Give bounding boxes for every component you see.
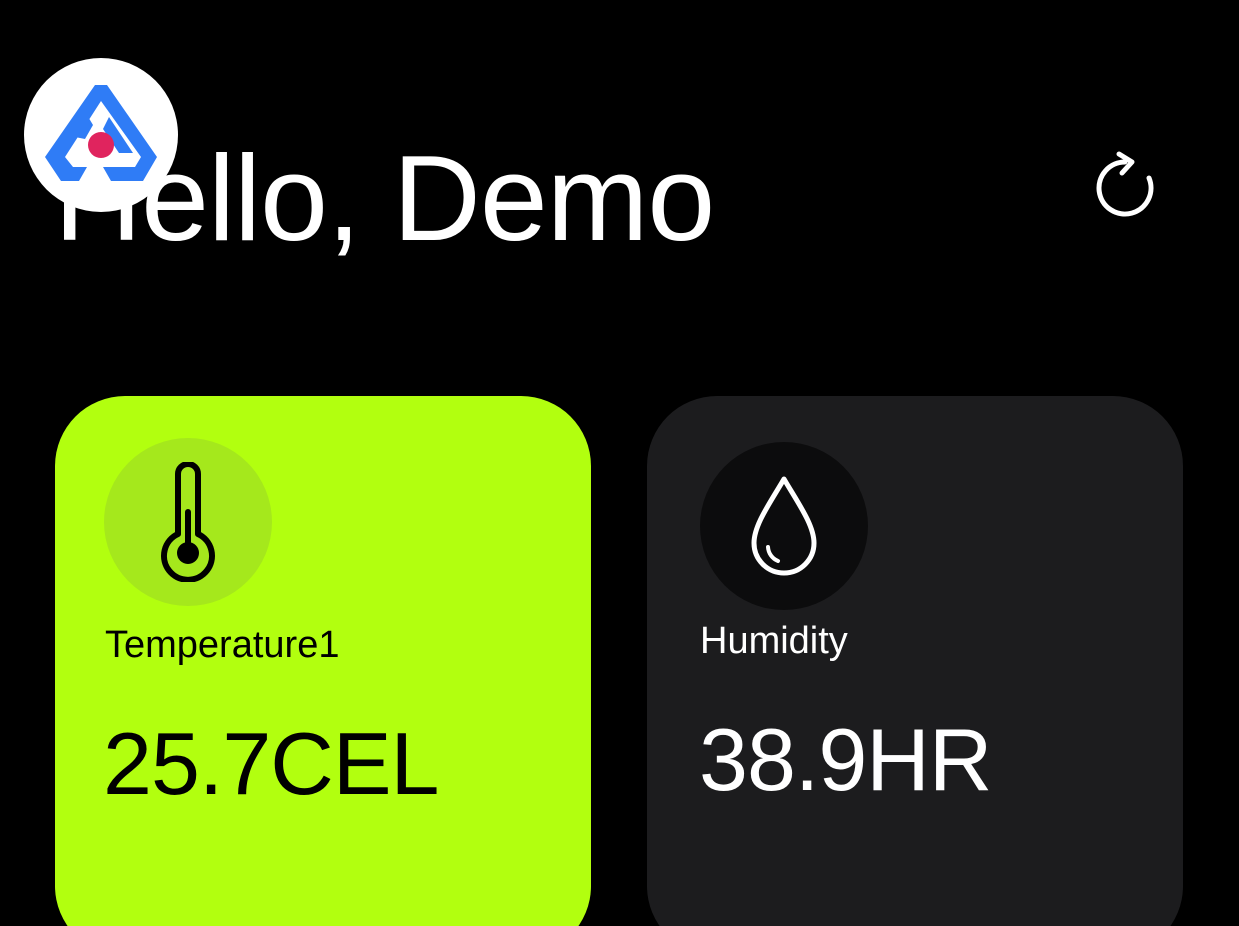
temperature-card[interactable]: Temperature1 25.7CEL (55, 396, 591, 926)
home-screen: Hello, Demo Temperature1 25.7CEL Humidit… (0, 0, 1239, 926)
humidity-card[interactable]: Humidity 38.9HR (647, 396, 1183, 926)
humidity-value: 38.9HR (699, 710, 992, 809)
app-logo[interactable] (24, 58, 178, 212)
humidity-icon-circle (700, 442, 868, 610)
temperature-icon-circle (104, 438, 272, 606)
temperature-value: 25.7CEL (103, 714, 439, 813)
thermometer-icon (161, 462, 215, 582)
refresh-icon (1096, 151, 1154, 217)
refresh-button[interactable] (1092, 148, 1170, 226)
water-drop-icon (751, 476, 817, 576)
temperature-label: Temperature1 (105, 624, 340, 666)
app-logo-icon (45, 85, 157, 181)
humidity-label: Humidity (700, 620, 848, 662)
